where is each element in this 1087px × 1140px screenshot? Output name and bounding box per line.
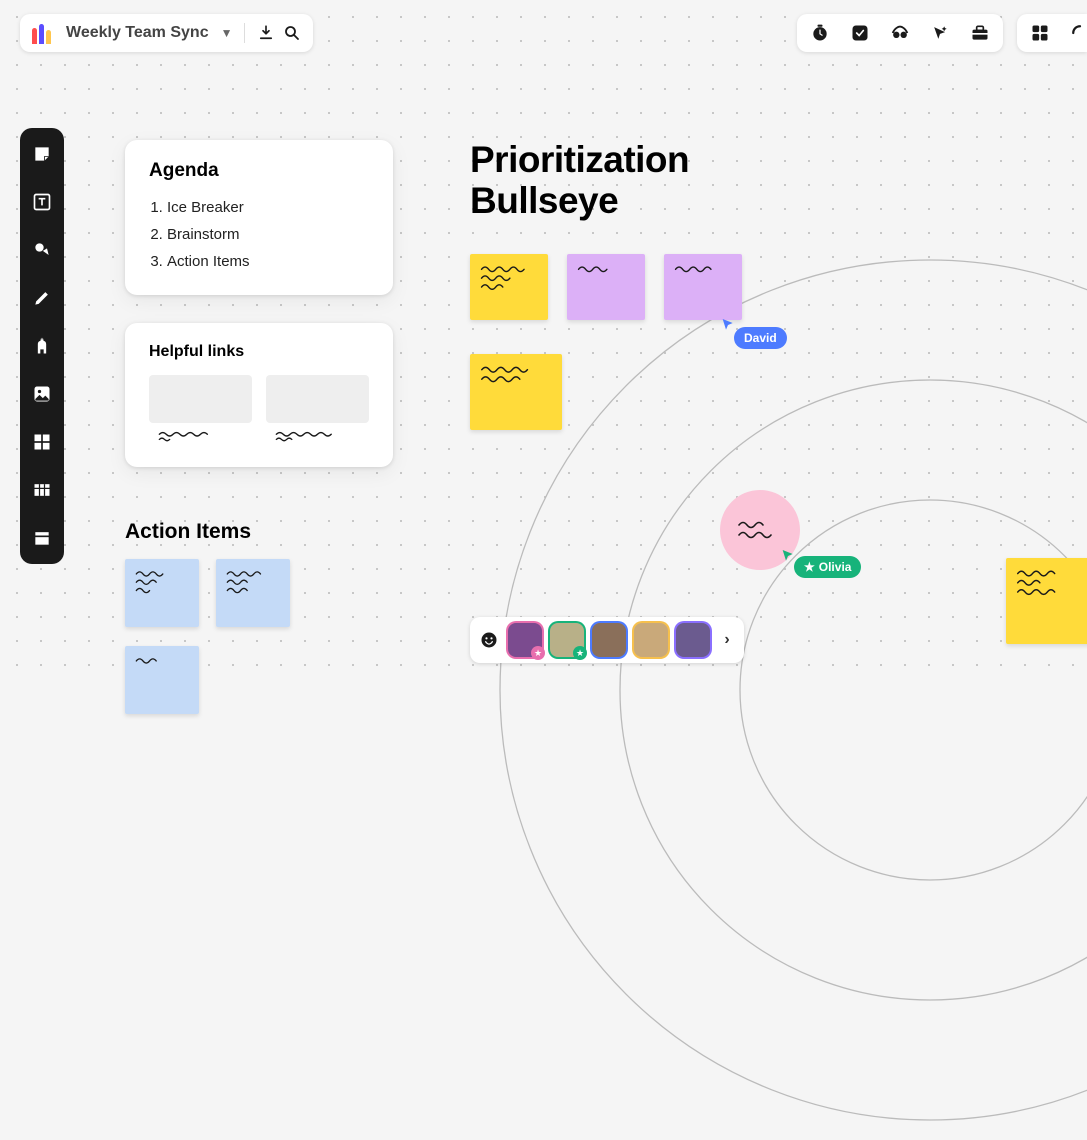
- sticky-note[interactable]: [470, 354, 562, 430]
- agenda-card[interactable]: Agenda Ice Breaker Brainstorm Action Ite…: [125, 140, 393, 295]
- board-title[interactable]: Weekly Team Sync: [66, 24, 209, 42]
- avatar[interactable]: ★: [508, 623, 542, 657]
- avatar[interactable]: ★: [550, 623, 584, 657]
- text-tool-icon[interactable]: [30, 190, 54, 214]
- link-thumbnail[interactable]: [266, 375, 369, 447]
- table-tool-icon[interactable]: [30, 478, 54, 502]
- collaborator-cursor-david: David: [720, 317, 787, 349]
- app-logo[interactable]: [32, 22, 54, 44]
- sticky-note[interactable]: [1006, 558, 1087, 644]
- link-thumbnail[interactable]: [149, 375, 252, 447]
- avatar[interactable]: [592, 623, 626, 657]
- sticky-note[interactable]: [125, 559, 199, 627]
- agenda-item: Ice Breaker: [167, 194, 369, 221]
- cursor-sparkle-icon[interactable]: [929, 22, 951, 44]
- private-mode-icon[interactable]: [889, 22, 911, 44]
- top-tool-group-1: [797, 14, 1003, 52]
- avatar[interactable]: [676, 623, 710, 657]
- divider: [244, 23, 245, 43]
- avatar[interactable]: [634, 623, 668, 657]
- vertical-toolbar: [20, 128, 64, 564]
- collaborator-cursor-olivia: ★ Olivia: [780, 548, 861, 578]
- board-menu-chevron-down-icon[interactable]: ▼: [221, 26, 233, 40]
- action-items-heading: Action Items: [125, 520, 251, 544]
- more-collaborators-chevron-right-icon[interactable]: ›: [718, 623, 736, 657]
- canvas-heading[interactable]: Prioritization Bullseye: [470, 140, 689, 221]
- grid-view-icon[interactable]: [1029, 22, 1051, 44]
- top-toolbar: [797, 14, 1087, 52]
- sticky-note[interactable]: [125, 646, 199, 714]
- pen-tool-icon[interactable]: [30, 286, 54, 310]
- agenda-item: Brainstorm: [167, 221, 369, 248]
- vote-icon[interactable]: [849, 22, 871, 44]
- star-icon: ★: [804, 560, 815, 574]
- export-icon[interactable]: [257, 24, 275, 42]
- image-tool-icon[interactable]: [30, 382, 54, 406]
- sticky-note[interactable]: [216, 559, 290, 627]
- search-icon[interactable]: [283, 24, 301, 42]
- more-tool-icon[interactable]: [30, 526, 54, 550]
- frames-tool-icon[interactable]: [30, 430, 54, 454]
- toolbox-icon[interactable]: [969, 22, 991, 44]
- top-tool-group-2: [1017, 14, 1087, 52]
- collaborator-bar: ★ ★ ›: [470, 617, 744, 663]
- timer-icon[interactable]: [809, 22, 831, 44]
- sticky-note[interactable]: [470, 254, 548, 320]
- agenda-list: Ice Breaker Brainstorm Action Items: [149, 194, 369, 275]
- sticky-note[interactable]: [664, 254, 742, 320]
- sticky-note[interactable]: [567, 254, 645, 320]
- collaborator-label: David: [734, 327, 787, 349]
- reactions-icon[interactable]: [478, 629, 500, 651]
- agenda-item: Action Items: [167, 248, 369, 275]
- comment-icon[interactable]: [1069, 22, 1087, 44]
- collaborator-label: ★ Olivia: [794, 556, 861, 578]
- agenda-heading: Agenda: [149, 160, 369, 182]
- board-header: Weekly Team Sync ▼: [20, 14, 313, 52]
- links-card[interactable]: Helpful links: [125, 323, 393, 467]
- shapes-tool-icon[interactable]: [30, 238, 54, 262]
- sticky-note-tool-icon[interactable]: [30, 142, 54, 166]
- links-heading: Helpful links: [149, 343, 369, 361]
- llama-tool-icon[interactable]: [30, 334, 54, 358]
